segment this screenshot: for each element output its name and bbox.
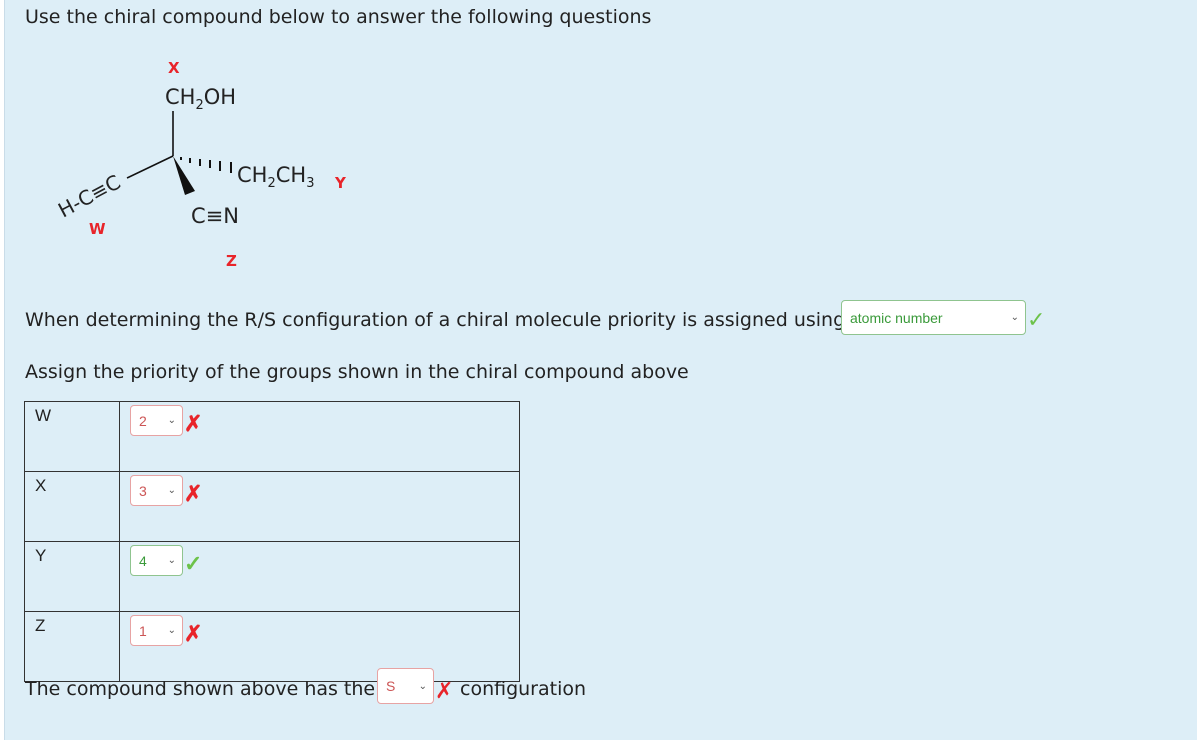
label-z: Z	[226, 252, 237, 270]
table-row: Z 1 ⌄ ✗	[24, 611, 520, 682]
row-answer-cell: 2 ⌄ ✗	[119, 401, 520, 472]
wedge-bond-bottom	[173, 156, 195, 195]
cross-icon: ✗	[435, 679, 454, 704]
chevron-down-icon: ⌄	[1010, 312, 1019, 323]
priority-select-z[interactable]: 1 ⌄	[130, 615, 183, 646]
group-nitrile: C≡N	[191, 204, 239, 228]
bond-left	[126, 155, 174, 179]
chevron-down-icon: ⌄	[167, 485, 176, 496]
chevron-down-icon: ⌄	[167, 555, 176, 566]
row-answer-cell: 3 ⌄ ✗	[119, 471, 520, 542]
priority-select-w[interactable]: 2 ⌄	[130, 405, 183, 436]
cross-icon: ✗	[184, 481, 203, 506]
group-ch2oh-tail: OH	[204, 85, 236, 109]
row-label-x: X	[24, 471, 120, 542]
check-icon: ✓	[1027, 308, 1046, 333]
question-configuration: The compound shown above has the	[25, 678, 375, 700]
label-w: W	[89, 220, 106, 238]
label-x: X	[168, 59, 180, 77]
configuration-text-before: The compound shown above has the	[25, 678, 376, 700]
priority-table: W 2 ⌄ ✗ X 3 ⌄ ✗ Y 4 ⌄ ✓ Z 1 ⌄ ✗	[24, 401, 520, 682]
priority-value-x: 3	[139, 482, 147, 499]
priority-value-z: 1	[139, 622, 147, 639]
row-label-z: Z	[24, 611, 120, 682]
group-ch2ch3-b: CH	[276, 163, 306, 187]
question-assign-priority: Assign the priority of the groups shown …	[25, 361, 689, 383]
question-panel: Use the chiral compound below to answer …	[4, 0, 1197, 740]
group-ch2ch3: CH2CH3	[237, 163, 315, 191]
configuration-value: S	[386, 678, 396, 694]
table-row: Y 4 ⌄ ✓	[24, 541, 520, 612]
priority-select-x[interactable]: 3 ⌄	[130, 475, 183, 506]
chevron-down-icon: ⌄	[167, 415, 176, 426]
group-ch2ch3-sub2: 3	[306, 176, 314, 191]
row-answer-cell: 4 ⌄ ✓	[119, 541, 520, 612]
configuration-select[interactable]: S ⌄	[377, 668, 434, 704]
group-ch2oh-sub: 2	[195, 98, 203, 113]
check-icon: ✓	[184, 551, 203, 576]
configuration-text-after: configuration	[460, 678, 587, 700]
cross-icon: ✗	[184, 411, 203, 436]
group-alkyne: H-C≡C	[54, 170, 124, 223]
table-row: X 3 ⌄ ✗	[24, 471, 520, 542]
row-label-y: Y	[24, 541, 120, 612]
label-y: Y	[334, 174, 347, 192]
priority-select-y[interactable]: 4 ⌄	[130, 545, 183, 576]
chevron-down-icon: ⌄	[167, 625, 176, 636]
priority-basis-select[interactable]: atomic number ⌄	[841, 300, 1026, 335]
chiral-molecule-structure: X CH2OH CH2CH3 Y H-C≡C W C≡N Z	[54, 59, 347, 270]
chevron-down-icon: ⌄	[418, 680, 427, 692]
question-priority-basis: When determining the R/S configuration o…	[25, 309, 846, 331]
priority-basis-value: atomic number	[850, 309, 943, 326]
table-row: W 2 ⌄ ✗	[24, 401, 520, 472]
group-ch2ch3-a: CH	[237, 163, 267, 187]
cross-icon: ✗	[184, 621, 203, 646]
group-ch2oh-main: CH	[165, 85, 195, 109]
row-label-w: W	[24, 401, 120, 472]
row-answer-cell: 1 ⌄ ✗	[119, 611, 520, 682]
priority-value-w: 2	[139, 412, 147, 429]
group-ch2ch3-sub1: 2	[267, 176, 275, 191]
priority-value-y: 4	[139, 552, 147, 569]
group-ch2oh: CH2OH	[165, 85, 236, 113]
hash-bond-right	[180, 157, 232, 173]
